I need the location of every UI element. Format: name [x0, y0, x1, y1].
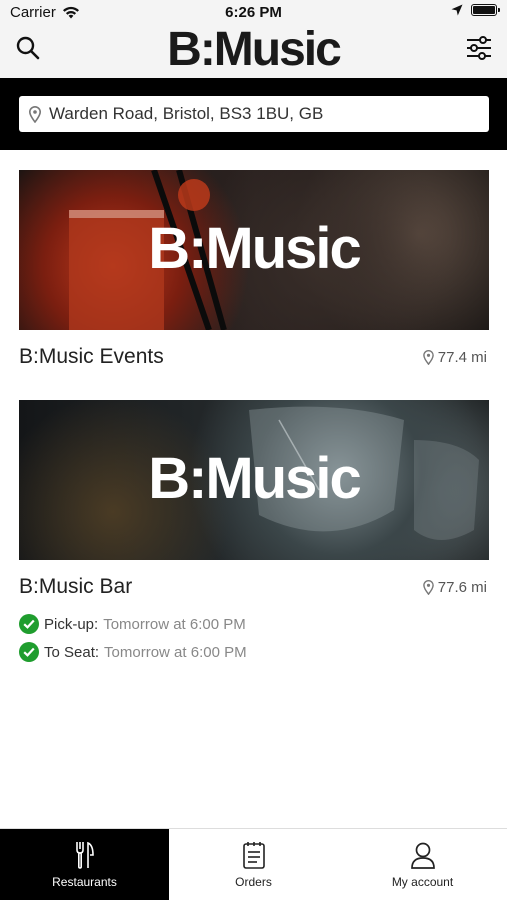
check-circle-icon	[19, 642, 39, 662]
pickup-label: Pick-up:	[44, 615, 99, 633]
venue-banner-brand: B:Music	[148, 216, 362, 282]
map-pin-icon	[423, 580, 434, 595]
venue-banner-image: B:Music	[19, 170, 489, 330]
tab-bar: Restaurants Orders My account	[0, 828, 507, 900]
location-input[interactable]: Warden Road, Bristol, BS3 1BU, GB	[19, 96, 489, 132]
battery-icon	[471, 4, 500, 16]
status-time: 6:26 PM	[225, 4, 282, 21]
map-pin-icon	[423, 350, 434, 365]
venue-card[interactable]: B:Music B:Music Bar 77.6 mi Pick-up: Tom…	[19, 400, 489, 663]
venue-card[interactable]: B:Music B:Music Events 77.4 mi	[19, 170, 489, 374]
venue-banner-image: B:Music	[19, 400, 489, 560]
to-seat-detail: To Seat: Tomorrow at 6:00 PM	[19, 641, 489, 663]
tab-restaurants-label: Restaurants	[52, 874, 117, 889]
pickup-value: Tomorrow at 6:00 PM	[103, 615, 246, 633]
pickup-detail: Pick-up: Tomorrow at 6:00 PM	[19, 613, 489, 635]
sliders-icon	[467, 36, 491, 60]
venue-banner-brand: B:Music	[148, 446, 362, 512]
user-icon	[410, 842, 435, 869]
fork-knife-icon	[75, 841, 94, 869]
venue-info: B:Music Bar 77.6 mi	[19, 560, 489, 604]
app-logo: B:Music	[167, 23, 342, 76]
venue-distance-value: 77.6 mi	[437, 579, 487, 596]
venue-name: B:Music Events	[19, 345, 164, 368]
tab-orders[interactable]: Orders	[169, 829, 338, 900]
tab-my-account[interactable]: My account	[338, 829, 507, 900]
tab-my-account-label: My account	[391, 874, 454, 889]
check-circle-icon	[19, 614, 39, 634]
to-seat-value: Tomorrow at 6:00 PM	[104, 643, 247, 661]
clipboard-icon	[242, 841, 265, 869]
to-seat-label: To Seat:	[44, 643, 100, 661]
filter-button[interactable]	[463, 32, 495, 64]
venue-name: B:Music Bar	[19, 575, 133, 598]
venue-distance-value: 77.4 mi	[437, 349, 487, 366]
map-pin-icon	[29, 105, 41, 123]
status-right	[451, 4, 500, 16]
tab-orders-label: Orders	[235, 874, 272, 889]
app-header: B:Music	[0, 23, 507, 78]
location-value: Warden Road, Bristol, BS3 1BU, GB	[49, 104, 324, 123]
venue-distance: 77.4 mi	[423, 349, 487, 366]
venue-distance: 77.6 mi	[423, 579, 487, 596]
location-arrow-icon	[451, 4, 463, 16]
tab-restaurants[interactable]: Restaurants	[0, 829, 169, 900]
location-bar: Warden Road, Bristol, BS3 1BU, GB	[0, 78, 507, 150]
venue-info: B:Music Events 77.4 mi	[19, 330, 489, 374]
